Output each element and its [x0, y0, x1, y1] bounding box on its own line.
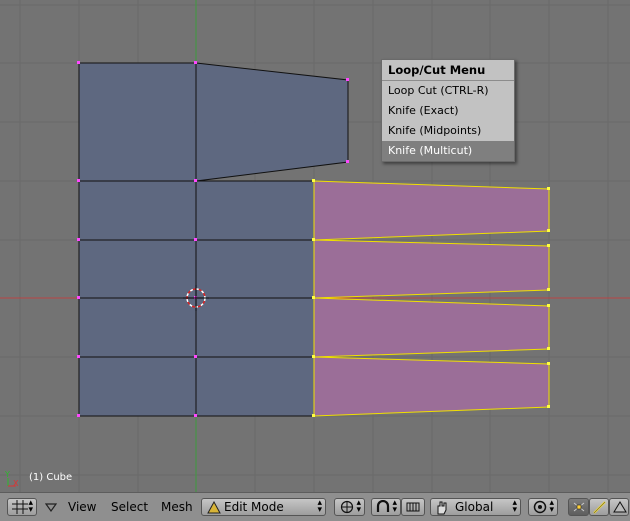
menu-collapse-icon[interactable]: [45, 503, 57, 513]
axis-y-label: Y: [5, 470, 10, 479]
editor-type-icon: [12, 500, 28, 514]
pivot-icon: [533, 500, 547, 514]
mesh-faces[interactable]: [78, 62, 349, 417]
proportional-edit-select[interactable]: ▴ ▾: [371, 498, 401, 516]
editor-type-button[interactable]: ▴ ▾: [7, 498, 37, 516]
menu-select[interactable]: Select: [111, 499, 148, 515]
snap-icon: [406, 502, 420, 512]
edit-mode-icon: [207, 501, 221, 514]
menu-mesh[interactable]: Mesh: [161, 499, 193, 515]
edge-select-mode-button[interactable]: [589, 498, 609, 516]
3d-viewport[interactable]: Y X (1) Cube: [0, 0, 630, 492]
proportional-icon: [376, 500, 390, 512]
popup-title: Loop/Cut Menu: [382, 60, 514, 81]
updown-arrows-icon: ▴ ▾: [392, 498, 397, 515]
menu-view[interactable]: View: [68, 499, 96, 515]
object-label: (1) Cube: [29, 472, 73, 483]
menu-item-knife-exact[interactable]: Knife (Exact): [382, 101, 514, 121]
vertex-select-icon: [573, 502, 585, 512]
menu-item-knife-midpoints[interactable]: Knife (Midpoints): [382, 121, 514, 141]
orientation-select-label: Global: [455, 500, 494, 514]
orientation-select[interactable]: Global ▴ ▾: [430, 498, 521, 516]
vertex-select-mode-button[interactable]: [568, 498, 589, 516]
transform-icon: [437, 501, 447, 515]
updown-arrows-icon: ▴ ▾: [317, 498, 322, 515]
updown-arrows-icon: ▴ ▾: [512, 498, 517, 515]
menu-item-loop-cut[interactable]: Loop Cut (CTRL-R): [382, 81, 514, 101]
snap-button[interactable]: [401, 498, 425, 516]
view3d-header: ▴ ▾ View Select Mesh Edit Mode ▴ ▾ ▴ ▾ ▴…: [0, 492, 630, 521]
updown-arrows-icon: ▴ ▾: [549, 498, 554, 515]
edge-select-icon: [593, 501, 606, 514]
draw-type-select[interactable]: ▴ ▾: [334, 498, 365, 516]
face-select-icon: [613, 501, 627, 513]
updown-arrows-icon: ▴ ▾: [28, 498, 33, 515]
updown-arrows-icon: ▴ ▾: [356, 498, 361, 515]
mode-select-label: Edit Mode: [224, 500, 284, 514]
draw-type-icon: [340, 500, 354, 514]
menu-item-knife-multicut[interactable]: Knife (Multicut): [382, 141, 514, 161]
pivot-select[interactable]: ▴ ▾: [528, 498, 558, 516]
viewport-canvas[interactable]: [0, 0, 630, 492]
mode-select[interactable]: Edit Mode ▴ ▾: [201, 498, 326, 516]
face-select-mode-button[interactable]: [609, 498, 629, 516]
loop-cut-popup-menu: Loop/Cut Menu Loop Cut (CTRL-R) Knife (E…: [381, 59, 515, 162]
axis-x-label: X: [13, 479, 19, 488]
